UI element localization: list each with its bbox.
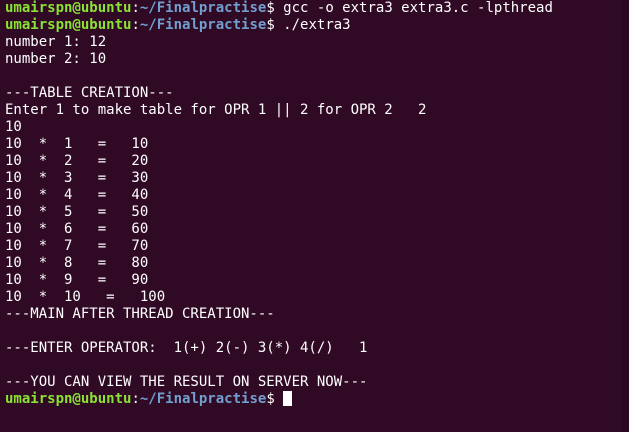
prompt-user-host: umairspn@ubuntu — [5, 391, 132, 407]
table-line: 10 * 3 = 30 — [5, 170, 149, 186]
table-line: 10 * 2 = 20 — [5, 153, 149, 169]
text-cursor — [283, 391, 293, 406]
prompt-path: ~/Finalpractise — [139, 391, 267, 407]
output-line: ---ENTER OPERATOR: 1(+) 2(-) 3(*) 4(/) 1 — [5, 340, 368, 356]
table-line: 10 * 1 = 10 — [5, 136, 149, 152]
output-line: Enter 1 to make table for OPR 1 || 2 for… — [5, 102, 427, 118]
prompt-symbol: $ — [266, 17, 275, 33]
prompt-symbol: $ — [266, 0, 275, 16]
table-line: 10 * 10 = 100 — [5, 289, 166, 305]
table-line: 10 * 4 = 40 — [5, 187, 149, 203]
prompt-separator: : — [131, 17, 140, 33]
prompt-line: umairspn@ubuntu:~/Finalpractise$ — [5, 391, 629, 408]
terminal-window[interactable]: umairspn@ubuntu:~/Finalpractise$ gcc -o … — [0, 0, 629, 432]
prompt-separator: : — [131, 391, 140, 407]
output-line: 10 — [5, 119, 22, 135]
table-line: 10 * 8 = 80 — [5, 255, 149, 271]
prompt-user-host: umairspn@ubuntu — [5, 0, 132, 16]
output-line: number 1: 12 — [5, 34, 107, 50]
prompt-separator: : — [131, 0, 140, 16]
command-text: gcc -o extra3 extra3.c -lpthread — [274, 0, 553, 16]
prompt-user-host: umairspn@ubuntu — [5, 17, 132, 33]
prompt-path: ~/Finalpractise — [139, 0, 267, 16]
window-edge — [621, 0, 629, 432]
table-line: 10 * 9 = 90 — [5, 272, 149, 288]
prompt-symbol: $ — [266, 391, 275, 407]
prompt-line: umairspn@ubuntu:~/Finalpractise$ ./extra… — [5, 17, 629, 34]
prompt-line: umairspn@ubuntu:~/Finalpractise$ gcc -o … — [5, 0, 629, 17]
output-line: number 2: 10 — [5, 51, 107, 67]
table-line: 10 * 7 = 70 — [5, 238, 149, 254]
prompt-path: ~/Finalpractise — [139, 17, 267, 33]
output-line: ---TABLE CREATION--- — [5, 85, 174, 101]
output-line: ---YOU CAN VIEW THE RESULT ON SERVER NOW… — [5, 374, 368, 390]
command-text: ./extra3 — [274, 17, 351, 33]
table-line: 10 * 6 = 60 — [5, 221, 149, 237]
table-line: 10 * 5 = 50 — [5, 204, 149, 220]
output-line: ---MAIN AFTER THREAD CREATION--- — [5, 306, 275, 322]
